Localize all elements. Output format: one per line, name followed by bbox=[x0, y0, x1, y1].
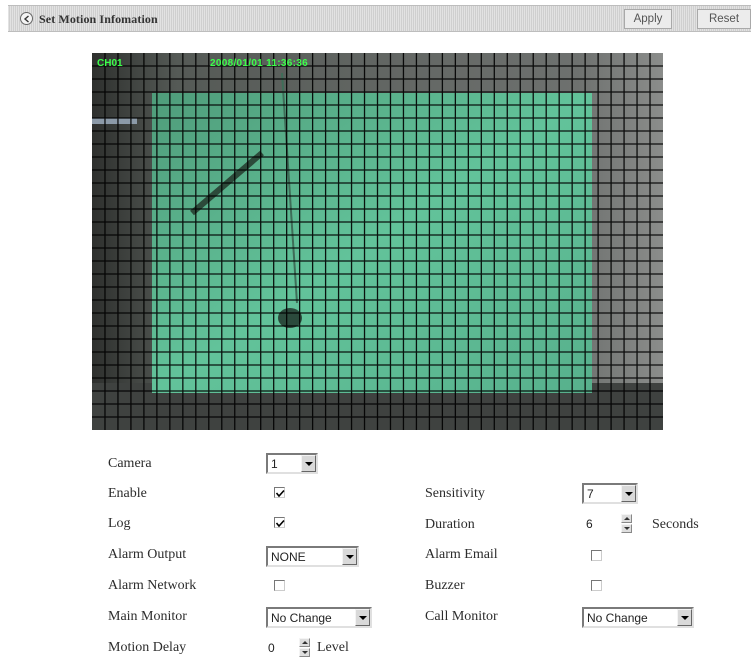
duration-spinner[interactable]: 6 bbox=[584, 514, 636, 534]
check-icon bbox=[275, 489, 285, 498]
main-monitor-select[interactable]: No Change bbox=[266, 607, 372, 628]
buzzer-label: Buzzer bbox=[425, 578, 465, 593]
spinner-down-icon[interactable] bbox=[299, 648, 310, 657]
page-title: Set Motion Infomation bbox=[39, 12, 158, 26]
motion-delay-unit: Level bbox=[317, 640, 349, 655]
enable-label: Enable bbox=[108, 486, 147, 501]
enable-checkbox[interactable] bbox=[274, 487, 285, 498]
alarm-output-select[interactable]: NONE bbox=[266, 546, 359, 567]
main-monitor-label: Main Monitor bbox=[108, 609, 187, 624]
duration-unit: Seconds bbox=[652, 517, 699, 532]
sensitivity-label: Sensitivity bbox=[425, 486, 485, 501]
camera-select[interactable]: 1 bbox=[266, 453, 318, 474]
motion-delay-label: Motion Delay bbox=[108, 640, 187, 655]
alarm-output-label: Alarm Output bbox=[108, 547, 187, 562]
log-label: Log bbox=[108, 516, 131, 531]
chevron-down-icon[interactable] bbox=[677, 609, 692, 626]
call-monitor-label: Call Monitor bbox=[425, 609, 498, 624]
alarm-email-label: Alarm Email bbox=[425, 547, 498, 562]
chevron-down-icon[interactable] bbox=[621, 485, 636, 502]
spinner-up-icon[interactable] bbox=[621, 514, 632, 523]
alarm-email-checkbox[interactable] bbox=[591, 550, 602, 561]
call-monitor-select[interactable]: No Change bbox=[582, 607, 694, 628]
check-icon bbox=[275, 519, 285, 528]
chevron-down-icon[interactable] bbox=[342, 548, 357, 565]
chevron-down-icon[interactable] bbox=[355, 609, 370, 626]
motion-delay-spinner[interactable]: 0 bbox=[266, 638, 314, 658]
timestamp-label: 2008/01/01 11:36:36 bbox=[210, 58, 309, 69]
chevron-down-icon[interactable] bbox=[301, 455, 316, 472]
log-checkbox[interactable] bbox=[274, 517, 285, 528]
channel-label: CH01 bbox=[97, 58, 123, 69]
camera-label: Camera bbox=[108, 456, 152, 471]
duration-label: Duration bbox=[425, 517, 475, 532]
spinner-down-icon[interactable] bbox=[621, 524, 632, 533]
spinner-up-icon[interactable] bbox=[299, 638, 310, 647]
motion-region bbox=[152, 93, 592, 393]
camera-motion-grid[interactable]: CH01 2008/01/01 11:36:36 bbox=[92, 53, 663, 430]
reset-button[interactable]: Reset bbox=[697, 9, 751, 29]
sensitivity-select[interactable]: 7 bbox=[582, 483, 638, 504]
back-circle-arrow-icon[interactable] bbox=[20, 12, 33, 25]
alarm-network-checkbox[interactable] bbox=[274, 580, 285, 591]
camera-image bbox=[92, 53, 663, 430]
apply-button[interactable]: Apply bbox=[624, 9, 672, 29]
header-bar: Set Motion Infomation Apply Reset bbox=[8, 5, 751, 32]
alarm-network-label: Alarm Network bbox=[108, 578, 197, 593]
buzzer-checkbox[interactable] bbox=[591, 580, 602, 591]
